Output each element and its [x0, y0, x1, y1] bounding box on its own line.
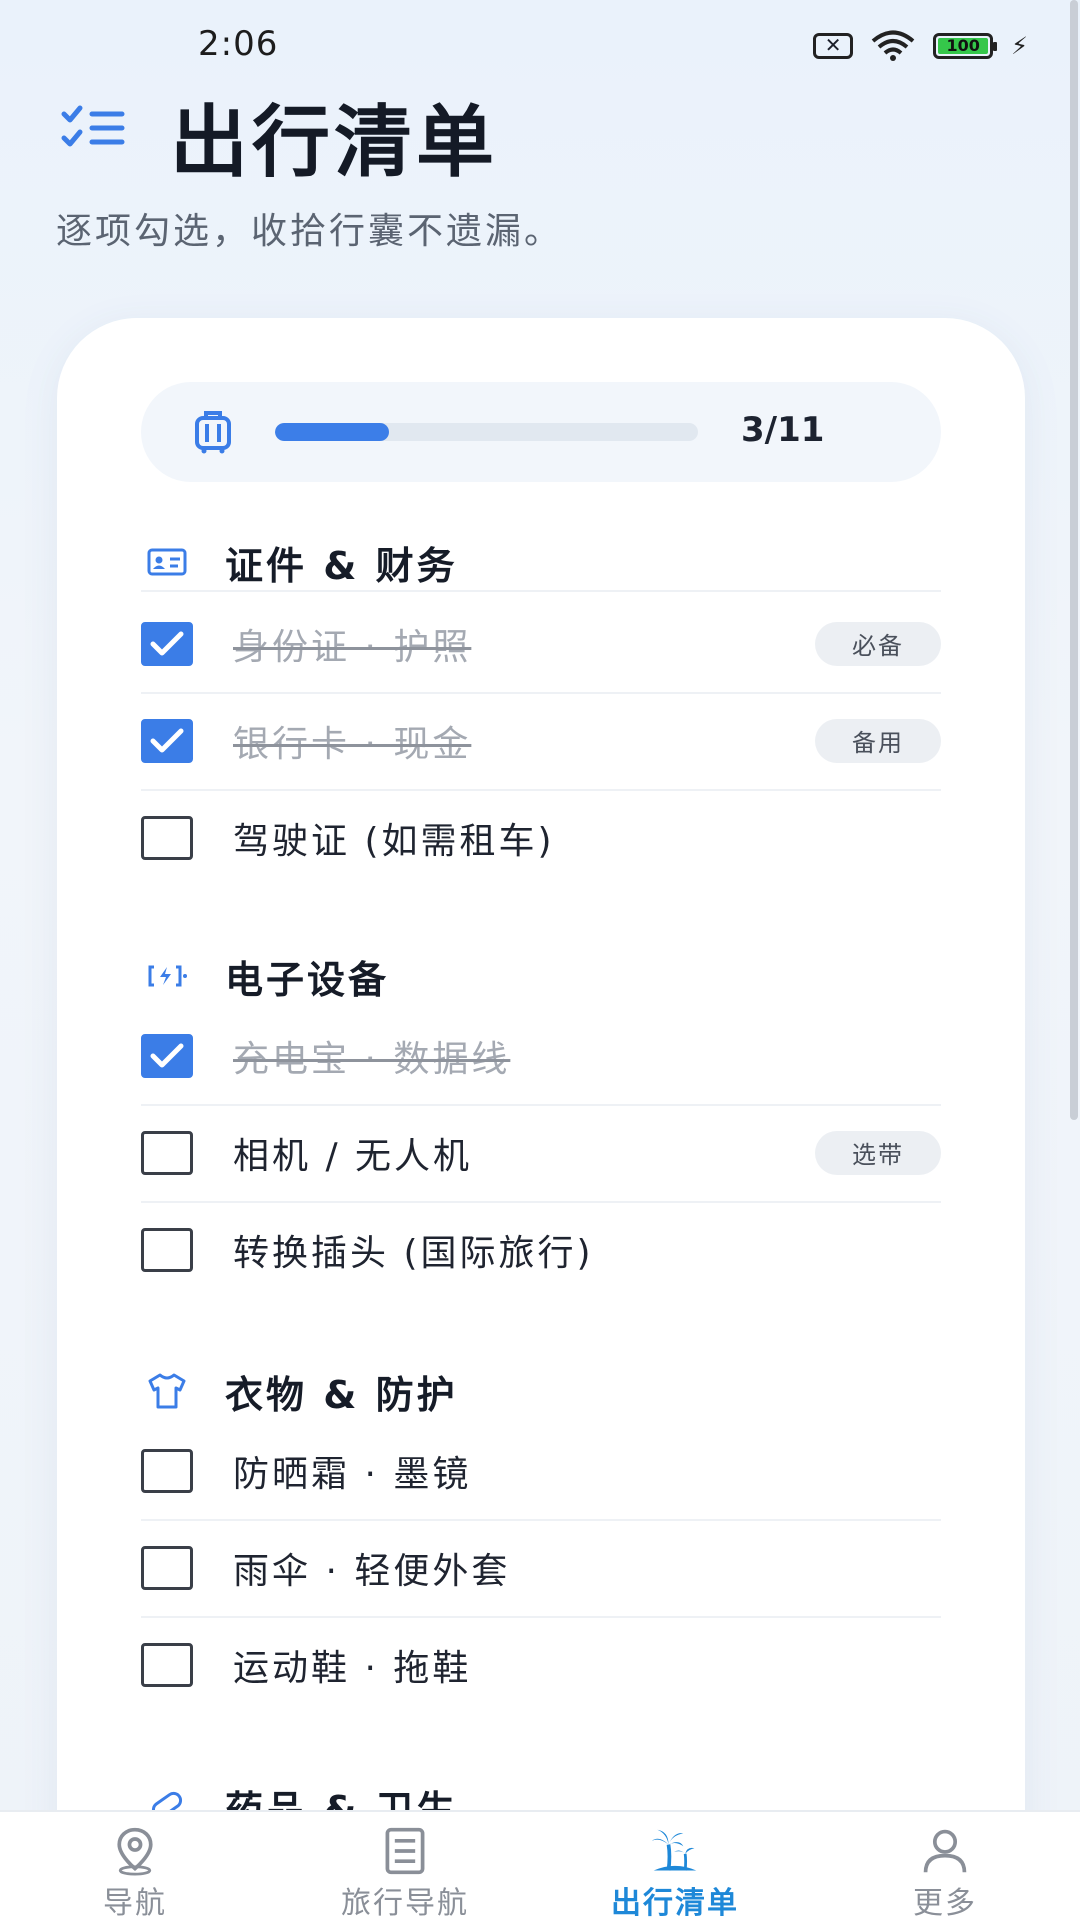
checklist-item-bank-card-cash[interactable]: 银行卡 · 现金 备用 [141, 692, 941, 791]
checklist-item-umbrella-jacket[interactable]: 雨伞 · 轻便外套 [141, 1519, 941, 1618]
checkbox-unchecked[interactable] [141, 1642, 193, 1687]
progress-bar [275, 423, 698, 441]
battery-icon: 100 [933, 33, 998, 59]
battery-level: 100 [938, 38, 989, 54]
checklist-item-driver-license[interactable]: 驾驶证 (如需租车) [141, 789, 941, 886]
checkbox-unchecked[interactable] [141, 1545, 193, 1590]
progress-summary: 3/11 [141, 382, 941, 482]
item-label: 相机 / 无人机 [233, 1135, 473, 1177]
checklist-item-sunscreen-sunglasses[interactable]: 防晒霜 · 墨镜 [141, 1422, 941, 1521]
status-time: 2:06 [198, 24, 279, 64]
progress-count: 3/11 [741, 410, 825, 450]
tag-badge: 选带 [815, 1130, 941, 1175]
nav-label: 导航 [103, 1886, 167, 1920]
checkbox-unchecked[interactable] [141, 1448, 193, 1493]
item-label: 运动鞋 · 拖鞋 [233, 1647, 472, 1689]
screen: 2:06 ✕ 100 ⚡ 出行清单 逐项勾选，收拾行囊不遗漏。 3/11 证件 … [0, 0, 1080, 1920]
checkbox-unchecked[interactable] [141, 815, 193, 860]
location-pin-icon [117, 1827, 153, 1876]
shirt-icon [145, 1369, 189, 1413]
checklist-icon [61, 105, 125, 147]
tag-badge: 备用 [815, 718, 941, 763]
tag-badge: 必备 [815, 621, 941, 666]
checklist-item-powerbank-cable[interactable]: 充电宝 · 数据线 [141, 1007, 941, 1106]
section-title: 电子设备 [225, 957, 390, 1002]
nav-item-more[interactable]: 更多 [810, 1812, 1080, 1920]
item-label: 银行卡 · 现金 [233, 723, 472, 765]
luggage-icon [195, 411, 231, 454]
palm-tree-icon [651, 1829, 697, 1871]
checkbox-checked[interactable] [141, 1033, 193, 1078]
charging-icon [145, 954, 189, 998]
checklist-item-sneakers-slippers[interactable]: 运动鞋 · 拖鞋 [141, 1616, 941, 1713]
section-title: 衣物 & 防护 [225, 1372, 458, 1417]
nav-item-travel-guide[interactable]: 旅行导航 [270, 1812, 540, 1920]
checklist-item-id-passport[interactable]: 身份证 · 护照 必备 [141, 595, 941, 694]
nav-label: 旅行导航 [341, 1886, 469, 1920]
charging-bolt-icon: ⚡ [1011, 32, 1028, 60]
nav-label: 出行清单 [611, 1886, 739, 1920]
checklist-item-camera-drone[interactable]: 相机 / 无人机 选带 [141, 1104, 941, 1203]
section-header-clothing: 衣物 & 防护 [145, 1361, 458, 1421]
status-icons: ✕ 100 ⚡ [813, 30, 1028, 62]
item-label: 充电宝 · 数据线 [233, 1038, 511, 1080]
page-subtitle: 逐项勾选，收拾行囊不遗漏。 [56, 211, 564, 252]
checklist-card: 3/11 证件 & 财务 身份证 · 护照 必备 银行卡 · 现金 备用 驾驶证… [57, 318, 1025, 1920]
bottom-nav: 导航 旅行导航 出行清单 更多 [0, 1810, 1080, 1920]
status-bar: 2:06 ✕ 100 ⚡ [0, 0, 1080, 90]
nav-item-packing-list[interactable]: 出行清单 [540, 1812, 810, 1920]
item-label: 身份证 · 护照 [233, 626, 472, 668]
nav-label: 更多 [913, 1886, 977, 1920]
page-title: 出行清单 [170, 98, 499, 188]
scrollbar[interactable] [1070, 0, 1078, 1120]
checkbox-unchecked[interactable] [141, 1130, 193, 1175]
item-label: 转换插头 (国际旅行) [233, 1232, 594, 1274]
wifi-icon [871, 30, 915, 61]
checkbox-checked[interactable] [141, 621, 193, 666]
checkbox-checked[interactable] [141, 718, 193, 763]
item-label: 雨伞 · 轻便外套 [233, 1550, 511, 1592]
item-label: 驾驶证 (如需租车) [233, 820, 555, 862]
checkbox-unchecked[interactable] [141, 1227, 193, 1272]
progress-bar-fill [275, 423, 390, 441]
item-label: 防晒霜 · 墨镜 [233, 1453, 472, 1495]
checklist-item-plug-adapter[interactable]: 转换插头 (国际旅行) [141, 1201, 941, 1298]
nav-item-navigation[interactable]: 导航 [0, 1812, 270, 1920]
document-list-icon [385, 1827, 425, 1875]
user-icon [923, 1829, 967, 1873]
section-header-electronics: 电子设备 [145, 946, 389, 1006]
no-sim-icon: ✕ [813, 33, 854, 59]
